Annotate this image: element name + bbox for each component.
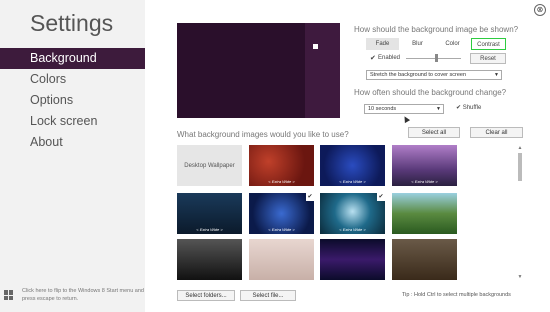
desktop-wallpaper-tile[interactable]: Desktop Wallpaper (177, 145, 242, 186)
thumbnail-selected[interactable]: ✔ < Extra Wide > (320, 193, 385, 234)
nav-item-about[interactable]: About (0, 132, 145, 153)
background-preview (177, 23, 340, 118)
windows-logo-icon[interactable] (4, 290, 14, 300)
scroll-up-icon[interactable]: ▲ (516, 145, 524, 151)
reset-button[interactable]: Reset (470, 53, 506, 64)
thumbnail-caption: < Extra Wide > (339, 179, 366, 184)
clear-all-button[interactable]: Clear all (470, 127, 523, 138)
thumbnail[interactable]: < Extra Wide > (320, 145, 385, 186)
enabled-label: Enabled (378, 55, 401, 61)
scrollbar-thumb[interactable] (518, 153, 522, 181)
select-all-button[interactable]: Select all (408, 127, 460, 138)
settings-title: Settings (30, 10, 114, 36)
nav: Background Colors Options Lock screen Ab… (0, 48, 145, 153)
select-folders-button[interactable]: Select folders... (177, 290, 235, 301)
change-question: How often should the background change? (354, 88, 507, 97)
start-menu-hint[interactable]: Click here to flip to the Windows 8 Star… (22, 288, 144, 303)
stretch-select[interactable]: Stretch the background to cover screen ▼ (366, 70, 502, 80)
stretch-select-value: Stretch the background to cover screen (370, 72, 466, 78)
thumbnail-caption: < Extra Wide > (196, 227, 223, 232)
interval-select-value: 10 seconds (368, 106, 397, 112)
tab-color[interactable]: Color (436, 38, 469, 50)
thumbnail[interactable]: < Extra Wide > (249, 145, 314, 186)
shuffle-checkbox[interactable]: ✔ (456, 105, 461, 111)
shuffle-label: Shuffle (462, 105, 482, 111)
tab-blur[interactable]: Blur (401, 38, 434, 50)
chevron-down-icon: ▼ (494, 72, 499, 78)
images-question: What background images would you like to… (177, 130, 349, 139)
thumbnail-selected[interactable]: ✔ < Extra Wide > (248, 192, 315, 235)
thumbnail[interactable] (392, 239, 457, 280)
thumbnail-caption: < Extra Wide > (411, 179, 438, 184)
tab-contrast[interactable]: Contrast (471, 38, 506, 50)
nav-item-colors[interactable]: Colors (0, 69, 145, 90)
nav-item-lock-screen[interactable]: Lock screen (0, 111, 145, 132)
interval-select[interactable]: 10 seconds ▼ (364, 104, 444, 114)
checkmark-icon: ✔ (306, 193, 314, 201)
nav-item-options[interactable]: Options (0, 90, 145, 111)
chevron-down-icon: ▼ (436, 106, 441, 112)
thumbnail[interactable] (177, 239, 242, 280)
shuffle-option[interactable]: ✔ Shuffle (456, 104, 481, 111)
thumbnail-caption: < Extra Wide > (268, 227, 295, 232)
tip-text: Tip : Hold Ctrl to select multiple backg… (402, 292, 511, 298)
thumbnail[interactable] (320, 239, 385, 280)
sidebar: Settings Background Colors Options Lock … (0, 0, 145, 312)
enabled-checkbox[interactable]: ✔ (370, 54, 376, 62)
select-file-button[interactable]: Select file... (240, 290, 296, 301)
checkmark-icon: ✔ (377, 193, 385, 201)
thumbnail[interactable]: < Extra Wide > (392, 145, 457, 186)
effect-slider[interactable] (406, 58, 461, 59)
scroll-down-icon[interactable]: ▼ (516, 274, 524, 280)
thumbnail[interactable] (249, 239, 314, 280)
thumbnail[interactable]: < Extra Wide > (177, 193, 242, 234)
slider-handle[interactable] (435, 54, 439, 62)
mouse-cursor-icon (401, 114, 411, 124)
show-question: How should the background image be shown… (354, 25, 519, 34)
thumbnail[interactable] (392, 193, 457, 234)
nav-item-background[interactable]: Background (0, 48, 145, 69)
enabled-row: ✔ Enabled Reset (366, 53, 506, 64)
preview-slice (305, 23, 340, 118)
image-grid: Desktop Wallpaper < Extra Wide > < Extra… (177, 145, 459, 282)
effect-tabs: Fade Blur Color Contrast (366, 38, 506, 50)
preview-marker (313, 44, 318, 49)
tab-fade[interactable]: Fade (366, 38, 399, 50)
thumbnail-caption: < Extra Wide > (339, 227, 366, 232)
scrollbar[interactable]: ▲ ▼ (516, 145, 524, 282)
close-button[interactable]: ⊗ (534, 4, 546, 16)
thumbnail-caption: < Extra Wide > (268, 179, 295, 184)
